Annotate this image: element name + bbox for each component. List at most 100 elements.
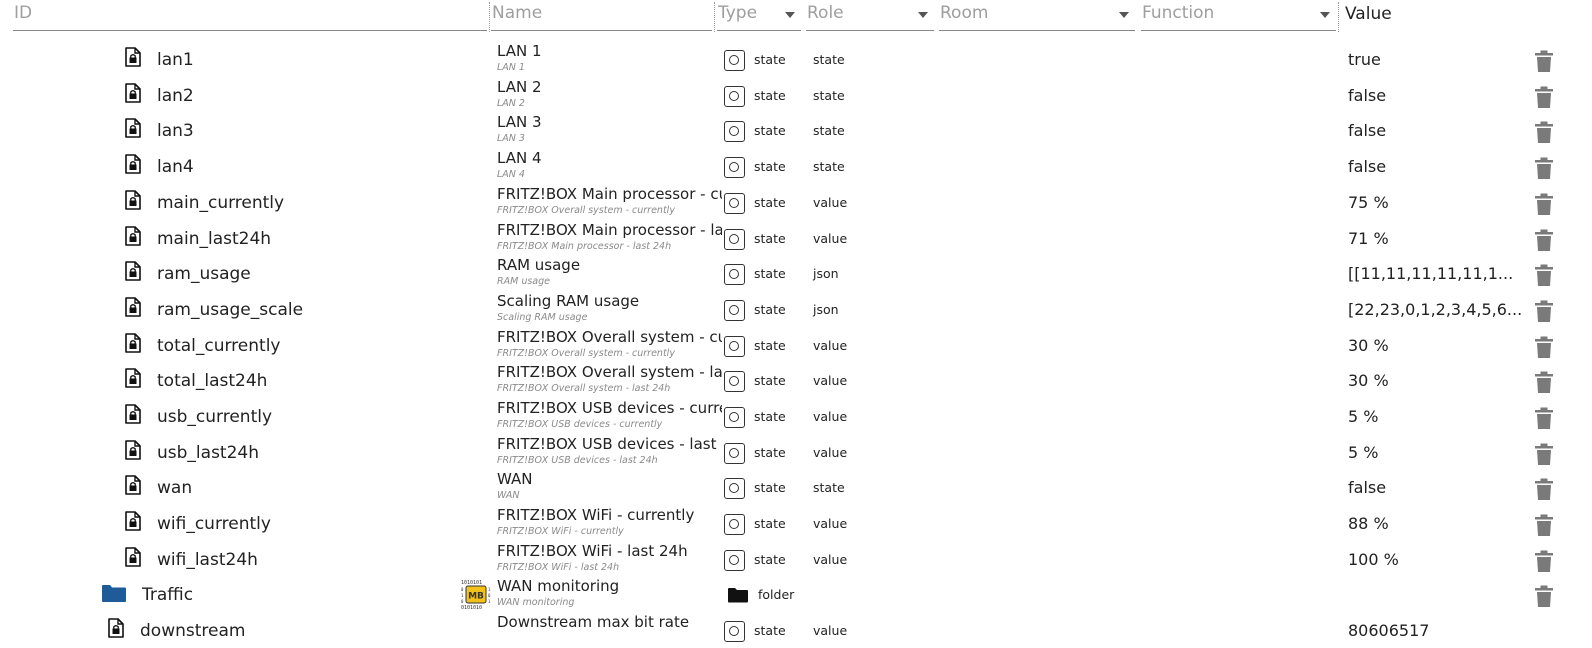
row-name-sub: FRITZ!BOX Overall system - currently (497, 348, 675, 359)
lock-file-icon (125, 440, 141, 460)
row-value[interactable]: 71 % (1348, 229, 1389, 248)
row-name: LAN 3 (497, 113, 542, 131)
row-role: state (813, 123, 845, 138)
row-id: wifi_last24h (157, 550, 258, 570)
row-value[interactable]: false (1348, 86, 1386, 105)
svg-text:MB: MB (468, 592, 484, 602)
tree-row[interactable]: ram_usage RAM usage RAM usage state json [[11… (0, 255, 1592, 291)
state-type-icon (724, 336, 745, 357)
column-resizer[interactable] (1338, 2, 1339, 32)
tree-row[interactable]: main_last24h FRITZ!BOX Main processor - l… (0, 220, 1592, 256)
lock-file-icon (125, 297, 141, 317)
row-value[interactable]: 30 % (1348, 371, 1389, 390)
tree-row[interactable]: usb_last24h FRITZ!BOX USB devices - last … (0, 434, 1592, 470)
row-value[interactable]: 30 % (1348, 336, 1389, 355)
delete-icon[interactable] (1535, 443, 1553, 465)
name-cell: FRITZ!BOX WiFi - last 24h FRITZ!BOX WiFi … (497, 541, 722, 577)
delete-icon[interactable] (1535, 514, 1553, 536)
tree-row[interactable]: lan2 LAN 2 LAN 2 state state false (0, 77, 1592, 113)
svg-text:0101010: 0101010 (461, 605, 482, 610)
delete-icon[interactable] (1535, 550, 1553, 572)
id-filter-input[interactable]: ID (13, 0, 487, 31)
lock-file-icon (108, 618, 124, 638)
row-value[interactable]: false (1348, 478, 1386, 497)
state-type-icon (724, 478, 745, 499)
lock-file-icon (125, 190, 141, 210)
role-filter-select[interactable]: Role (806, 0, 934, 31)
row-role: state (813, 88, 845, 103)
row-value[interactable]: 75 % (1348, 193, 1389, 212)
tree-row-downstream[interactable]: downstream Downstream max bit rate state… (0, 612, 1592, 648)
name-cell: FRITZ!BOX WiFi - currently FRITZ!BOX WiFi… (497, 505, 722, 541)
row-name-sub: LAN 2 (497, 98, 525, 109)
tree-row[interactable]: usb_currently FRITZ!BOX USB devices - cur… (0, 398, 1592, 434)
row-role: value (813, 195, 848, 210)
row-value[interactable]: 80606517 (1348, 621, 1429, 640)
lock-file-icon (125, 368, 141, 388)
row-value[interactable]: 5 % (1348, 443, 1378, 462)
row-role: json (813, 266, 839, 281)
row-name-sub: FRITZ!BOX WiFi - last 24h (497, 562, 620, 573)
row-role: value (813, 338, 848, 353)
row-value[interactable]: [22,23,0,1,2,3,4,5,6... (1348, 300, 1522, 319)
delete-icon[interactable] (1535, 50, 1553, 72)
delete-icon[interactable] (1535, 86, 1553, 108)
state-type-icon (724, 407, 745, 428)
folder-icon[interactable] (101, 584, 127, 603)
tree-row[interactable]: ram_usage_scale Scaling RAM usage Scaling … (0, 291, 1592, 327)
delete-icon[interactable] (1535, 157, 1553, 179)
row-name: FRITZ!BOX Main processor - currently (497, 185, 722, 203)
row-name-sub: RAM usage (497, 276, 550, 287)
row-role: value (813, 552, 848, 567)
row-value[interactable]: 88 % (1348, 514, 1389, 533)
delete-icon[interactable] (1535, 371, 1553, 393)
state-type-icon (724, 621, 745, 642)
row-value[interactable]: false (1348, 157, 1386, 176)
delete-icon[interactable] (1535, 264, 1553, 286)
row-type: state (754, 623, 786, 638)
row-value[interactable]: true (1348, 50, 1381, 69)
delete-icon[interactable] (1535, 585, 1553, 607)
column-resizer[interactable] (714, 2, 715, 32)
row-role: state (813, 52, 845, 67)
row-role: value (813, 516, 848, 531)
type-filter-select[interactable]: Type (717, 0, 801, 31)
row-name: FRITZ!BOX Overall system - currently (497, 328, 722, 346)
delete-icon[interactable] (1535, 407, 1553, 429)
room-filter-select[interactable]: Room (939, 0, 1135, 31)
name-filter-input[interactable]: Name (491, 0, 712, 31)
delete-icon[interactable] (1535, 336, 1553, 358)
row-id: usb_currently (157, 407, 273, 427)
delete-icon[interactable] (1535, 193, 1553, 215)
row-id: Traffic (142, 585, 194, 605)
row-value[interactable]: 5 % (1348, 407, 1378, 426)
tree-row[interactable]: wan WAN WAN state state false (0, 469, 1592, 505)
delete-icon[interactable] (1535, 121, 1553, 143)
row-type: state (754, 338, 786, 353)
chevron-down-icon (918, 12, 928, 18)
function-filter-select[interactable]: Function (1141, 0, 1336, 31)
row-value[interactable]: 100 % (1348, 550, 1399, 569)
tree-row[interactable]: lan4 LAN 4 LAN 4 state state false (0, 148, 1592, 184)
tree-row[interactable]: lan1 LAN 1 LAN 1 state state true (0, 41, 1592, 77)
tree-row[interactable]: wifi_last24h FRITZ!BOX WiFi - last 24h FRI… (0, 541, 1592, 577)
row-value[interactable]: [[11,11,11,11,11,1... (1348, 264, 1513, 283)
delete-icon[interactable] (1535, 478, 1553, 500)
row-id: wifi_currently (157, 514, 271, 534)
delete-icon[interactable] (1535, 229, 1553, 251)
svg-text:1: 1 (461, 593, 464, 598)
tree-row[interactable]: total_currently FRITZ!BOX Overall system … (0, 327, 1592, 363)
tree-row[interactable]: lan3 LAN 3 LAN 3 state state false (0, 112, 1592, 148)
row-name-sub: FRITZ!BOX Overall system - last 24h (497, 383, 671, 394)
row-value[interactable]: false (1348, 121, 1386, 140)
tree-row-traffic[interactable]: Traffic 1010101 0101010 010 101 MB WAN m… (0, 576, 1592, 612)
row-role: value (813, 409, 848, 424)
column-resizer[interactable] (489, 2, 490, 32)
row-id: lan1 (157, 50, 194, 70)
tree-row[interactable]: wifi_currently FRITZ!BOX WiFi - currently… (0, 505, 1592, 541)
tree-row[interactable]: main_currently FRITZ!BOX Main processor -… (0, 184, 1592, 220)
name-cell: Downstream max bit rate (497, 612, 722, 648)
row-name-sub: FRITZ!BOX USB devices - last 24h (497, 455, 658, 466)
delete-icon[interactable] (1535, 300, 1553, 322)
tree-row[interactable]: total_last24h FRITZ!BOX Overall system - … (0, 362, 1592, 398)
